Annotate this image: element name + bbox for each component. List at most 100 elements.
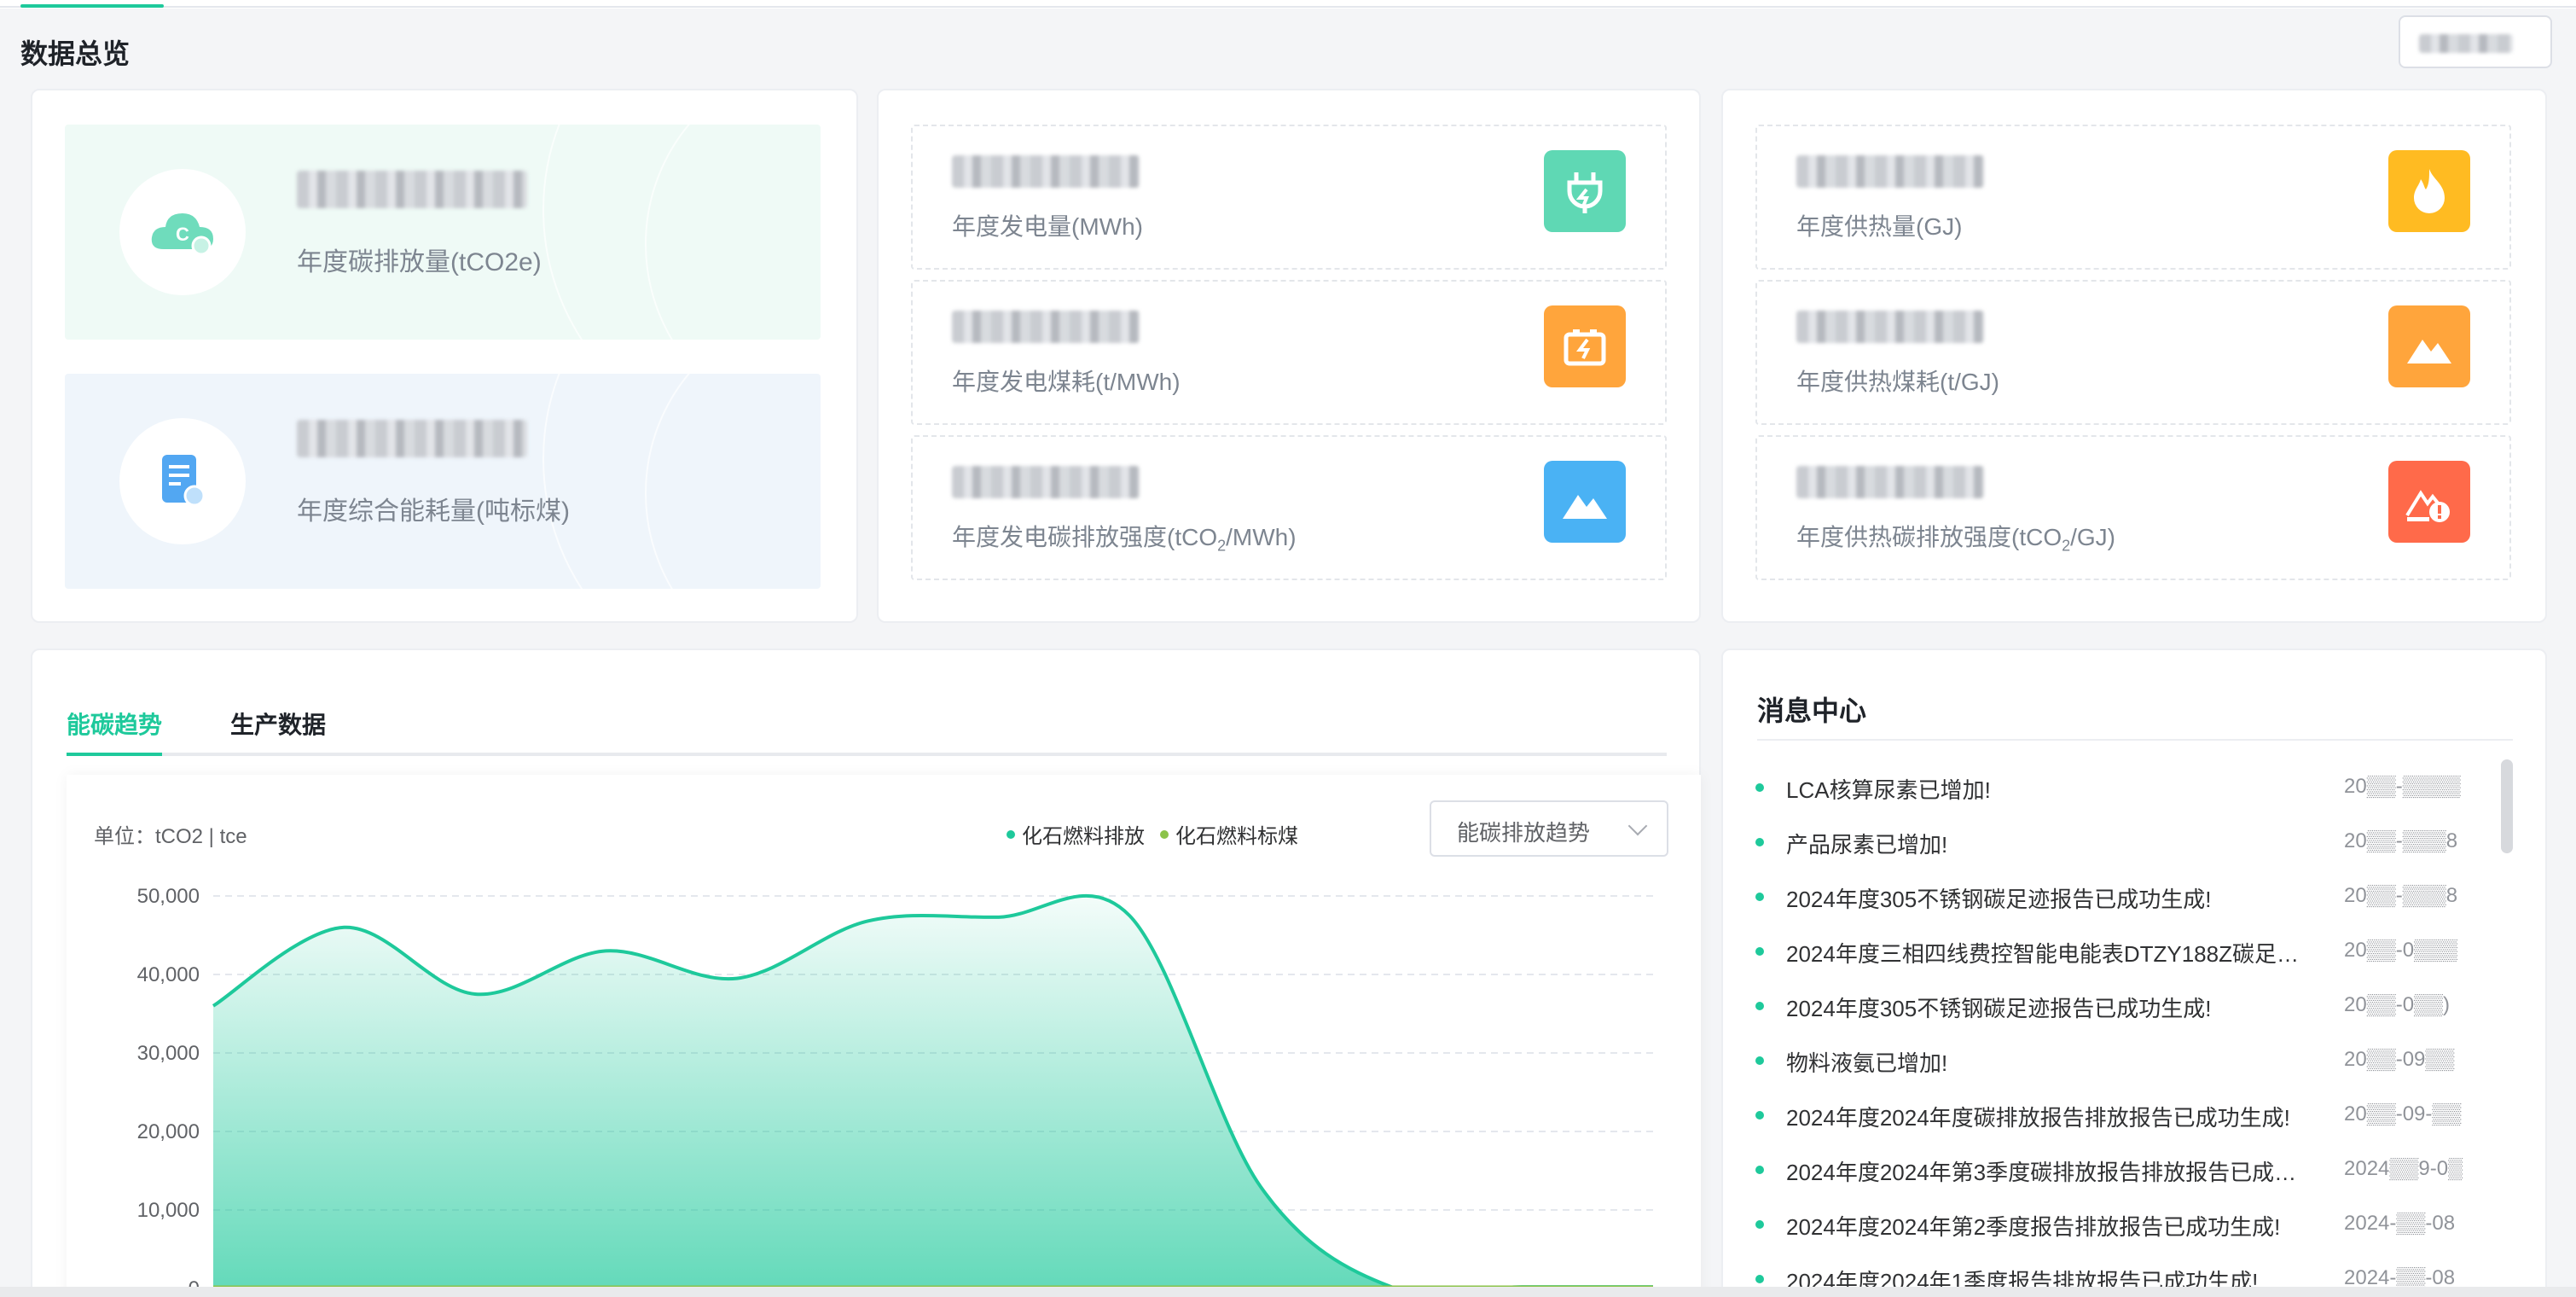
svg-text:C: C — [176, 224, 189, 245]
message-text: LCA核算尿素已增加! — [1786, 777, 1991, 803]
heat-coal-label: 年度供热煤耗(t/GJ) — [1796, 369, 1999, 395]
carbon-cloud-icon: C — [119, 169, 246, 295]
message-item[interactable]: 2024年度305不锈钢碳足迹报告已成功生成! 20▒▒-▒▒▒8 — [1755, 870, 2489, 925]
message-date: 20▒▒-▒▒▒8 — [2344, 829, 2458, 852]
battery-charge-icon — [1544, 305, 1626, 387]
trend-card: 能碳趋势 生产数据 单位：tCO2 | tce 化石燃料排放 化石燃料标煤 能碳… — [31, 648, 1701, 1297]
y-tick-label: 20,000 — [137, 1120, 200, 1143]
message-item[interactable]: 2024年度2024年第2季度报告排放报告已成功生成! 2024-▒▒-08 — [1755, 1198, 2489, 1253]
heat-intensity-value — [1796, 466, 1984, 498]
energy-doc-icon — [119, 418, 246, 544]
message-item[interactable]: 2024年度三相四线费控智能电能表DTZY188Z碳足迹报告已成功生成! 20▒▒… — [1755, 925, 2489, 980]
message-date: 20▒▒-0▒▒▒ — [2344, 939, 2458, 962]
heat-supply-tile: 年度供热量(GJ) — [1755, 125, 2511, 270]
message-date: 20▒▒-0▒▒) — [2344, 993, 2451, 1016]
flame-icon — [2388, 150, 2470, 232]
message-list: LCA核算尿素已增加! 20▒▒-▒▒▒▒ 产品尿素已增加! 20▒▒-▒▒▒8 202… — [1755, 761, 2489, 1297]
message-bullet — [1755, 1056, 1764, 1065]
top-tab-strip-line — [0, 6, 2576, 8]
carbon-emission-label: 年度碳排放量(tCO2e) — [297, 248, 542, 276]
mountain-icon — [2388, 305, 2470, 387]
power-intensity-label: 年度发电碳排放强度(tCO2/MWh) — [952, 524, 1297, 555]
message-item[interactable]: 2024年度305不锈钢碳足迹报告已成功生成! 20▒▒-0▒▒) — [1755, 980, 2489, 1034]
message-text: 2024年度三相四线费控智能电能表DTZY188Z碳足迹报告已成功生成! — [1786, 941, 2306, 967]
heat-intensity-tile: 年度供热碳排放强度(tCO2/GJ) — [1755, 435, 2511, 580]
message-item[interactable]: 2024年度2024年度碳排放报告排放报告已成功生成! 20▒▒-09-▒▒ — [1755, 1089, 2489, 1143]
heat-supply-value — [1796, 155, 1984, 188]
message-bullet — [1755, 783, 1764, 792]
power-generation-value — [952, 155, 1140, 188]
power-intensity-tile: 年度发电碳排放强度(tCO2/MWh) — [911, 435, 1667, 580]
chart-panel: 单位：tCO2 | tce 化石燃料排放 化石燃料标煤 能碳排放趋势 50,00… — [67, 775, 1701, 1297]
message-item[interactable]: 物料液氨已增加! 20▒▒-09▒▒ — [1755, 1034, 2489, 1089]
power-summary-card: 年度发电量(MWh) 年度发电煤耗(t/MWh) 年度发电碳排放强度(tCO2/… — [877, 89, 1701, 623]
power-generation-tile: 年度发电量(MWh) — [911, 125, 1667, 270]
message-date: 20▒▒-09▒▒ — [2344, 1048, 2455, 1071]
message-item[interactable]: 2024年度2024年第3季度碳排放报告排放报告已成功生成! 2024▒▒9-0▒ — [1755, 1143, 2489, 1198]
message-bullet — [1755, 1166, 1764, 1174]
message-bullet — [1755, 1275, 1764, 1283]
tab-production-data[interactable]: 生产数据 — [230, 707, 326, 741]
message-bullet — [1755, 1220, 1764, 1229]
message-center-card: 消息中心 LCA核算尿素已增加! 20▒▒-▒▒▒▒ 产品尿素已增加! 20▒▒-▒▒… — [1721, 648, 2547, 1297]
message-bullet — [1755, 1111, 1764, 1120]
message-list-scrollbar[interactable] — [2501, 759, 2513, 853]
power-intensity-value — [952, 466, 1140, 498]
message-text: 2024年度2024年第2季度报告排放报告已成功生成! — [1786, 1214, 2281, 1240]
message-bullet — [1755, 893, 1764, 901]
message-item[interactable]: LCA核算尿素已增加! 20▒▒-▒▒▒▒ — [1755, 761, 2489, 816]
power-coal-value — [952, 311, 1140, 343]
message-center-divider — [1757, 739, 2513, 741]
y-tick-label: 40,000 — [137, 963, 200, 986]
heat-intensity-label: 年度供热碳排放强度(tCO2/GJ) — [1796, 524, 2116, 555]
year-select-value — [2419, 34, 2513, 53]
heat-summary-card: 年度供热量(GJ) 年度供热煤耗(t/GJ) 年度供热碳排放强度(tCO2/GJ… — [1721, 89, 2547, 623]
top-tab-strip — [0, 0, 2576, 9]
message-date: 2024-▒▒-08 — [2344, 1212, 2456, 1235]
energy-consumption-label: 年度综合能耗量(吨标煤) — [297, 497, 570, 526]
message-bullet — [1755, 1002, 1764, 1010]
message-text: 2024年度2024年第3季度碳排放报告排放报告已成功生成! — [1786, 1160, 2306, 1185]
heat-coal-value — [1796, 311, 1984, 343]
energy-consumption-value — [297, 420, 527, 457]
power-generation-label: 年度发电量(MWh) — [952, 213, 1143, 240]
message-bullet — [1755, 947, 1764, 956]
y-tick-label: 30,000 — [137, 1042, 200, 1065]
summary-card-main: C 年度碳排放量(tCO2e) 年度综合能耗量(吨标煤) — [31, 89, 858, 623]
plug-icon — [1544, 150, 1626, 232]
tab-energy-carbon-trend[interactable]: 能碳趋势 — [67, 707, 162, 741]
carbon-emission-value — [297, 171, 527, 208]
bottom-strip — [0, 1287, 2576, 1297]
energy-consumption-tile: 年度综合能耗量(吨标煤) — [65, 374, 821, 589]
mountain-alert-icon — [2388, 461, 2470, 543]
year-select[interactable] — [2399, 15, 2552, 68]
area-chart: 50,00040,00030,00020,00010,0000 — [137, 885, 1653, 1297]
tile-decoration — [645, 374, 821, 589]
tile-decoration — [645, 125, 821, 340]
y-tick-label: 10,000 — [137, 1199, 200, 1222]
tab-active-indicator — [67, 753, 162, 756]
message-text: 2024年度305不锈钢碳足迹报告已成功生成! — [1786, 887, 2212, 912]
message-date: 20▒▒-09-▒▒ — [2344, 1102, 2462, 1125]
heat-coal-tile: 年度供热煤耗(t/GJ) — [1755, 280, 2511, 425]
mountain-icon — [1544, 461, 1626, 543]
message-date: 2024▒▒9-0▒ — [2344, 1157, 2463, 1180]
top-tab-active-indicator[interactable] — [20, 4, 164, 8]
series-area-emission — [213, 895, 1653, 1294]
message-center-title: 消息中心 — [1757, 695, 1867, 726]
message-text: 2024年度305不锈钢碳足迹报告已成功生成! — [1786, 996, 2212, 1021]
y-tick-label: 50,000 — [137, 885, 200, 908]
trend-tabs: 能碳趋势 生产数据 — [67, 701, 1667, 756]
message-text: 2024年度2024年度碳排放报告排放报告已成功生成! — [1786, 1105, 2290, 1131]
message-bullet — [1755, 838, 1764, 846]
message-text: 物料液氨已增加! — [1786, 1050, 1948, 1076]
page-title: 数据总览 — [20, 38, 131, 69]
message-text: 产品尿素已增加! — [1786, 832, 1948, 858]
power-coal-label: 年度发电煤耗(t/MWh) — [952, 369, 1181, 395]
power-coal-tile: 年度发电煤耗(t/MWh) — [911, 280, 1667, 425]
heat-supply-label: 年度供热量(GJ) — [1796, 213, 1963, 240]
message-item[interactable]: 产品尿素已增加! 20▒▒-▒▒▒8 — [1755, 816, 2489, 870]
carbon-emission-tile: C 年度碳排放量(tCO2e) — [65, 125, 821, 340]
message-date: 20▒▒-▒▒▒8 — [2344, 884, 2458, 907]
message-date: 20▒▒-▒▒▒▒ — [2344, 775, 2461, 798]
